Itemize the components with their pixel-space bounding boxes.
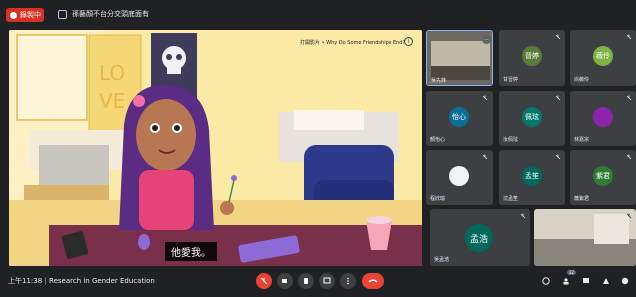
participant-tile[interactable]: 怡心 顏怡心 (426, 91, 493, 146)
more-options-button[interactable] (340, 273, 356, 289)
mic-toggle-button[interactable] (256, 273, 272, 289)
participant-name: 甘晉婷 (503, 77, 519, 83)
shapes-icon (603, 278, 609, 284)
participant-name: 沈孟笙 (503, 196, 519, 202)
mic-off-icon (555, 95, 561, 101)
mic-off-icon (555, 154, 561, 160)
current-time: 上午11:38 (8, 277, 43, 285)
chat-button[interactable] (580, 275, 592, 287)
more-vert-icon (347, 277, 349, 285)
meeting-name: Research in Gender Education (49, 277, 155, 285)
participant-name: 吳先鋒 (431, 78, 447, 84)
hang-up-icon (368, 279, 378, 283)
participant-tile[interactable]: 程欣瑜 (426, 150, 493, 205)
mic-off-icon (520, 213, 526, 219)
info-icon[interactable]: i (404, 37, 413, 46)
participant-name: 尚薇伶 (574, 77, 590, 83)
participant-video (534, 209, 636, 266)
mic-off-icon (626, 34, 632, 40)
participant-tile[interactable]: ⋯ 吳先鋒 (426, 30, 493, 86)
info-icon (542, 277, 550, 285)
mic-off-icon (626, 95, 632, 101)
meeting-title: 孫藝顏不台分交頭底面有 (72, 10, 149, 18)
avatar: 孟笙 (522, 166, 542, 186)
avatar: 怡心 (449, 107, 469, 127)
avatar: 孟浩 (465, 224, 493, 252)
shared-video[interactable]: LO VE (9, 30, 422, 266)
mic-off-icon (626, 154, 632, 160)
mic-off-icon (482, 95, 488, 101)
participant-name: 林嘉宗 (574, 137, 590, 143)
mic-off-icon (482, 154, 488, 160)
lock-person-icon (621, 277, 629, 285)
recording-label: 錄製中 (20, 11, 41, 19)
host-controls-button[interactable] (619, 275, 631, 287)
participant-tile[interactable]: 孟浩 吳孟浩 (430, 209, 530, 266)
record-icon (10, 11, 17, 19)
mic-off-icon (626, 213, 632, 219)
participant-tile[interactable]: 佩玹 汝佩玹 (499, 91, 565, 146)
hand-icon (304, 278, 308, 284)
mic-off-icon (260, 277, 268, 285)
participant-tile[interactable]: 晉婷 甘晉婷 (499, 30, 565, 86)
recording-indicator[interactable]: 錄製中 (6, 8, 44, 22)
raise-hand-button[interactable] (298, 273, 314, 289)
participant-count-badge: 32 (567, 270, 577, 275)
chat-icon (583, 278, 589, 283)
meeting-clock: 上午11:38 | Research in Gender Education (8, 277, 155, 285)
participant-tile[interactable]: 林嘉宗 (570, 91, 636, 146)
participant-name: 顏怡心 (430, 137, 446, 143)
participant-tile[interactable] (534, 209, 636, 266)
present-icon (323, 277, 331, 284)
people-icon (563, 278, 569, 285)
people-button[interactable] (560, 275, 572, 287)
activities-button[interactable] (600, 275, 612, 287)
avatar-photo (593, 107, 613, 127)
svg-text:VE: VE (99, 89, 125, 113)
avatar: 薇伶 (593, 46, 613, 66)
present-screen-button[interactable] (319, 273, 335, 289)
meeting-info-icon (58, 10, 67, 19)
camera-toggle-button[interactable] (277, 273, 293, 289)
participant-tile[interactable]: 紫君 蕭紫君 (570, 150, 636, 205)
participant-name: 吳孟浩 (434, 257, 450, 263)
avatar: 佩玹 (522, 107, 542, 127)
caption-subtitle: 他愛我。 (165, 242, 217, 261)
participant-name: 汝佩玹 (503, 137, 519, 143)
camera-icon (282, 279, 287, 283)
participant-tile[interactable]: 薇伶 尚薇伶 (570, 30, 636, 86)
mic-off-icon (555, 34, 561, 40)
leave-call-button[interactable] (362, 273, 384, 289)
avatar: 晉婷 (522, 46, 542, 66)
more-options-icon[interactable]: ⋯ (482, 35, 491, 44)
meeting-details-button[interactable] (540, 275, 552, 287)
participant-name: 蕭紫君 (574, 196, 590, 202)
participant-name: 程欣瑜 (430, 196, 446, 202)
avatar: 紫君 (593, 166, 613, 186)
avatar-photo (449, 166, 469, 186)
svg-text:LO: LO (99, 61, 125, 85)
video-title[interactable]: 打開影片 • Why Do Some Friendships End? (300, 39, 405, 46)
participant-tile[interactable]: 孟笙 沈孟笙 (499, 150, 565, 205)
animated-scene-illustration: LO VE (9, 30, 422, 266)
